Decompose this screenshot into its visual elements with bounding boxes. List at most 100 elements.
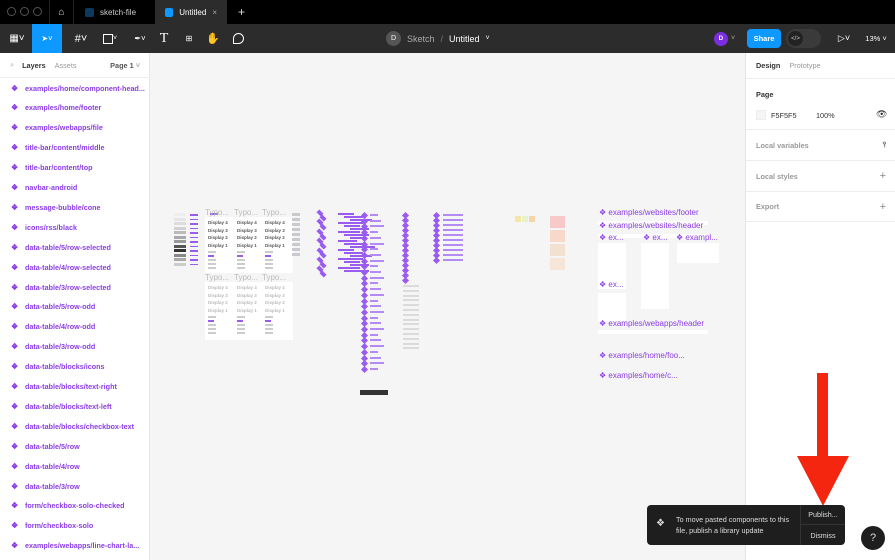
help-button[interactable]: ?	[861, 526, 885, 550]
frame-label: ❖ examples/websites/footer	[599, 208, 699, 217]
publish-button[interactable]: Publish...	[800, 505, 845, 525]
text-sample	[265, 259, 273, 261]
layer-item[interactable]: ❖ data-table/blocks/text-right	[0, 377, 150, 397]
example-frame	[598, 330, 708, 334]
component-name	[370, 350, 378, 353]
color-swatch[interactable]	[756, 110, 766, 120]
layer-item[interactable]: ❖ form/checkbox-solo-checked	[0, 496, 150, 516]
frame-label-text: examples/websites/header	[608, 221, 704, 230]
component-icon: ❖	[11, 501, 19, 511]
typography-line: Display 4	[208, 220, 228, 225]
typography-line: Display 2	[208, 300, 228, 305]
present-button[interactable]: ▷˅	[832, 24, 856, 53]
component-thumb	[403, 285, 419, 287]
tab-prototype[interactable]: Prototype	[789, 61, 820, 70]
color-swatch	[522, 216, 528, 222]
component-row	[344, 216, 363, 218]
layer-item[interactable]: ❖ data-table/blocks/icons	[0, 357, 150, 377]
layer-item[interactable]: ❖ icons/rss/black	[0, 217, 150, 237]
plus-icon[interactable]: +	[880, 201, 886, 213]
component-icon: ❖	[11, 322, 19, 332]
variables-icon[interactable]: ⫯	[883, 140, 886, 150]
layer-item[interactable]: ❖ data-table/5/row	[0, 436, 150, 456]
window-maximize-button[interactable]	[33, 7, 42, 16]
main-menu-button[interactable]: ▦˅	[4, 24, 30, 53]
example-frame	[677, 243, 719, 263]
component-icon: ❖	[599, 208, 609, 217]
chevron-down-icon[interactable]: ˅	[486, 35, 490, 42]
text-tool-button[interactable]: T	[155, 24, 173, 53]
layer-item[interactable]: ❖ data-table/blocks/text-left	[0, 396, 150, 416]
component-thumb	[292, 238, 300, 241]
tab-assets[interactable]: Assets	[55, 61, 77, 70]
dismiss-button[interactable]: Dismiss	[800, 525, 845, 545]
layer-item[interactable]: ❖ data-table/5/row-odd	[0, 297, 150, 317]
layer-item[interactable]: ❖ message-bubble/cone	[0, 197, 150, 217]
tab-sketch-file[interactable]: sketch-file	[75, 0, 155, 24]
layer-item[interactable]: ❖ data-table/4/row	[0, 456, 150, 476]
window-minimize-button[interactable]	[20, 7, 29, 16]
page-opacity-input[interactable]: 100%	[816, 111, 835, 120]
component-thumb	[292, 218, 300, 221]
eye-icon[interactable]: 👁	[876, 109, 887, 120]
component-row	[344, 225, 360, 227]
layer-item[interactable]: ❖ data-table/5/row-selected	[0, 237, 150, 257]
layer-item[interactable]: ❖ title-bar/content/top	[0, 158, 150, 178]
layer-item[interactable]: ❖ examples/webapps/line-chart-la...	[0, 536, 150, 556]
layer-item[interactable]: ❖ data-table/blocks/checkbox-text	[0, 416, 150, 436]
search-icon[interactable]: ⌕	[10, 60, 14, 70]
layer-item[interactable]: ❖ data-table/3/row	[0, 476, 150, 496]
chevron-down-icon: ˅	[882, 34, 887, 43]
layer-item[interactable]: ❖ data-table/3/row-selected	[0, 277, 150, 297]
layer-item[interactable]: ❖ data-table/4/row-selected	[0, 257, 150, 277]
page-color-input[interactable]: F5F5F5	[771, 111, 797, 120]
zoom-dropdown[interactable]: 13% ˅	[860, 24, 892, 53]
shape-tool-button[interactable]: ˅	[97, 24, 123, 53]
layer-item[interactable]: ❖ examples/home/component-head...	[0, 78, 150, 98]
team-avatar: D	[386, 31, 401, 46]
layer-item[interactable]: ❖ examples/webapps/file	[0, 118, 150, 138]
frame-label: Typo...	[262, 273, 287, 282]
component-icon: ❖	[11, 362, 19, 372]
resources-button[interactable]: ⊞	[180, 24, 198, 53]
file-breadcrumb: D Sketch / Untitled ˅	[386, 24, 490, 53]
component-icon: ❖	[11, 123, 19, 133]
layer-label: data-table/3/row-odd	[25, 342, 96, 352]
local-variables-section[interactable]: Local variables ⫯	[746, 129, 895, 160]
window-close-button[interactable]	[7, 7, 16, 16]
frame-tool-button[interactable]: #˅	[68, 24, 94, 53]
close-tab-icon[interactable]: ×	[212, 8, 217, 17]
tab-design[interactable]: Design	[756, 61, 780, 70]
layer-item[interactable]: ❖ data-table/3/row-odd	[0, 337, 150, 357]
frame-label-text: exampl...	[685, 233, 718, 242]
multiplayer-button[interactable]: D ˅	[711, 24, 738, 53]
pen-tool-button[interactable]: ✒˅	[127, 24, 153, 53]
layer-item[interactable]: ❖ navbar-android	[0, 178, 150, 198]
layer-item[interactable]: ❖ examples/home/footer	[0, 98, 150, 118]
file-name[interactable]: Untitled	[449, 34, 480, 44]
layer-label: title-bar/content/middle	[25, 143, 105, 153]
new-tab-button[interactable]: +	[228, 0, 255, 24]
canvas[interactable]: Typo... Display 4 Display 3 Display 2 Displa…	[150, 53, 745, 560]
share-button[interactable]: Share	[747, 29, 781, 48]
layer-item[interactable]: ❖ data-table/4/row-odd	[0, 317, 150, 337]
component-name	[370, 236, 381, 239]
tab-layers[interactable]: Layers	[22, 61, 46, 70]
dev-mode-toggle[interactable]: </>	[786, 29, 821, 48]
plus-icon[interactable]: +	[880, 170, 886, 182]
tab-untitled[interactable]: Untitled ×	[155, 0, 227, 24]
breadcrumb-separator: /	[440, 33, 444, 44]
layer-item[interactable]: ❖ title-bar/content/middle	[0, 138, 150, 158]
component-icon: ❖	[599, 319, 609, 328]
home-button[interactable]: ⌂	[49, 0, 74, 24]
color-swatch	[529, 216, 535, 222]
comment-tool-button[interactable]	[229, 24, 247, 53]
team-link[interactable]: Sketch	[407, 34, 435, 44]
layer-item[interactable]: ❖ form/checkbox-solo	[0, 516, 150, 536]
typography-line: Display 4	[265, 220, 285, 225]
hand-tool-button[interactable]: ✋	[204, 24, 222, 53]
frame-label-text: examples/webapps/header	[608, 319, 705, 328]
page-selector[interactable]: Page 1 ˅	[110, 61, 140, 70]
move-tool-button[interactable]: ➤˅	[32, 24, 62, 53]
typography-line: Display 3	[265, 227, 285, 233]
